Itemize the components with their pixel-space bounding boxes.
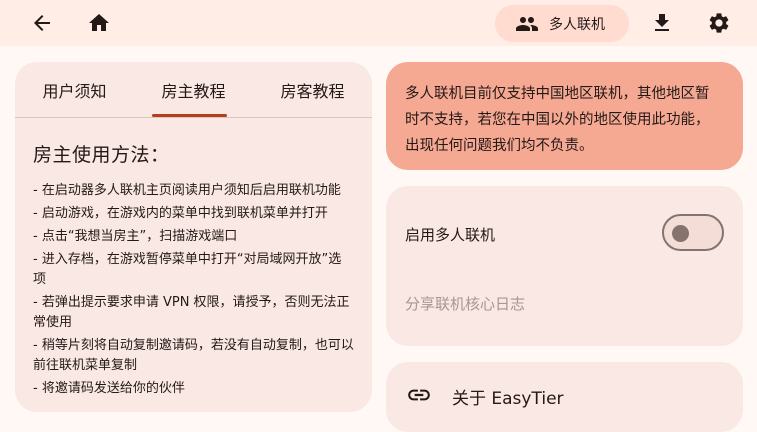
back-arrow-icon	[34, 15, 50, 31]
share-log-button[interactable]: 分享联机核心日志	[405, 293, 525, 314]
enable-multiplayer-toggle[interactable]	[662, 214, 724, 251]
guide-step: - 启动游戏，在游戏内的菜单中找到联机菜单并打开	[33, 206, 328, 221]
guide-step: - 在启动器多人联机主页阅读用户须知后启用联机功能	[33, 183, 341, 198]
guide-step: - 稍等片刻将自动复制邀请码，若没有自动复制，也可以前往联机菜单复制	[33, 338, 354, 373]
top-app-bar: 多人联机	[0, 0, 757, 46]
region-notice-text: 多人联机目前仅支持中国地区联机，其他地区暂时不支持，若您在中国以外的地区使用此功…	[405, 86, 710, 154]
guide-step: - 将邀请码发送给你的伙伴	[33, 381, 185, 396]
toggle-knob	[672, 225, 689, 242]
gear-icon	[709, 13, 729, 33]
multiplayer-chip-label: 多人联机	[549, 16, 605, 33]
multiplayer-settings-card: 启用多人联机 分享联机核心日志	[386, 186, 743, 346]
guide-title: 房主使用方法：	[33, 144, 170, 166]
download-button[interactable]	[644, 5, 680, 41]
tutorial-card: 用户须知 房主教程 房客教程 房主使用方法： - 在启动器多人联机主页阅读用户须…	[15, 62, 372, 412]
tab-user-notice[interactable]: 用户须知	[15, 62, 134, 117]
tabs-divider	[15, 117, 372, 118]
region-notice-card: 多人联机目前仅支持中国地区联机，其他地区暂时不支持，若您在中国以外的地区使用此功…	[386, 62, 743, 170]
multiplayer-chip[interactable]: 多人联机	[495, 5, 629, 42]
tab-host-tutorial[interactable]: 房主教程	[134, 62, 253, 117]
guide-step: - 进入存档，在游戏暂停菜单中打开“对局域网开放”选项	[33, 252, 342, 287]
people-icon	[516, 16, 538, 31]
home-button[interactable]	[81, 5, 117, 41]
about-easytier-label: 关于 EasyTier	[452, 389, 564, 409]
settings-button[interactable]	[701, 5, 737, 41]
tab-guest-tutorial[interactable]: 房客教程	[253, 62, 372, 117]
about-easytier-card[interactable]: 关于 EasyTier	[386, 362, 743, 432]
guide-step: - 点击“我想当房主”，扫描游戏端口	[33, 229, 238, 244]
home-icon	[89, 14, 109, 31]
guide-steps: - 在启动器多人联机主页阅读用户须知后启用联机功能 - 启动游戏，在游戏内的菜单…	[33, 181, 354, 399]
download-icon	[655, 14, 669, 31]
tutorial-tabs: 用户须知 房主教程 房客教程	[15, 62, 372, 117]
enable-multiplayer-label: 启用多人联机	[405, 226, 496, 244]
guide-step: - 若弹出提示要求申请 VPN 权限，请授予，否则无法正常使用	[33, 295, 350, 330]
link-icon	[408, 389, 430, 401]
back-button[interactable]	[24, 5, 60, 41]
